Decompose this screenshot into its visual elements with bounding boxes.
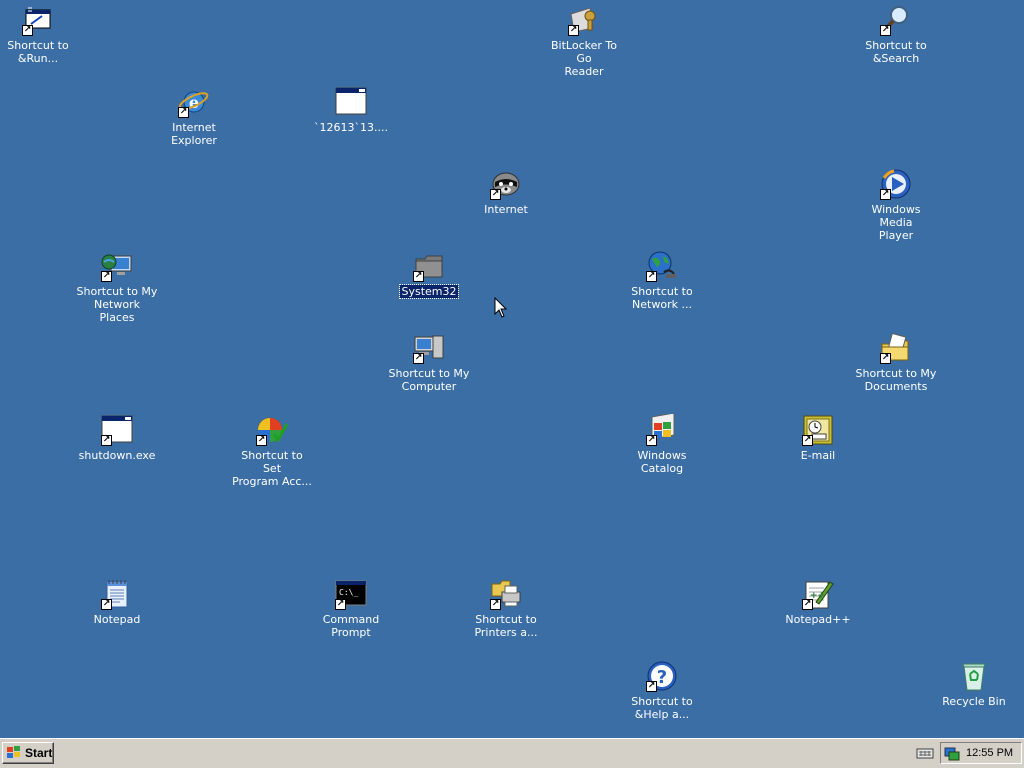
network-shortcut[interactable]: ↗ Shortcut to Network ... bbox=[620, 250, 704, 311]
program-12613-shortcut[interactable]: `12613`13.... bbox=[309, 86, 393, 134]
command-prompt-label: Command Prompt bbox=[322, 613, 380, 639]
desktop: ↗ Shortcut to &Run... ↗ BitLocker To Go … bbox=[0, 0, 1024, 738]
bitlocker-shortcut[interactable]: ↗ BitLocker To Go Reader bbox=[542, 4, 626, 78]
help-icon: ? ↗ bbox=[646, 660, 678, 692]
printers-label: Shortcut to Printers a... bbox=[474, 613, 538, 639]
recycle-bin[interactable]: Recycle Bin bbox=[932, 660, 1016, 708]
shutdown-label: shutdown.exe bbox=[78, 449, 156, 462]
network-places-icon: ↗ bbox=[101, 250, 133, 282]
search-label: Shortcut to &Search bbox=[865, 39, 927, 65]
keyboard-icon[interactable] bbox=[916, 746, 934, 760]
email-label: E-mail bbox=[800, 449, 836, 462]
start-button[interactable]: Start bbox=[2, 742, 54, 764]
network-label: Shortcut to Network ... bbox=[631, 285, 693, 311]
run-icon: ↗ bbox=[22, 4, 54, 36]
start-label: Start bbox=[25, 746, 53, 760]
notepad-shortcut[interactable]: ↗ Notepad bbox=[75, 578, 159, 626]
printers-shortcut[interactable]: ↗ Shortcut to Printers a... bbox=[464, 578, 548, 639]
my-computer-icon: ↗ bbox=[413, 332, 445, 364]
my-network-places-label: Shortcut to My Network Places bbox=[76, 285, 158, 324]
program-12613-label: `12613`13.... bbox=[314, 121, 388, 134]
system32-folder[interactable]: ↗ System32 bbox=[387, 250, 471, 299]
command-prompt-icon: C:\_ ↗ bbox=[335, 578, 367, 610]
internet-label: Internet bbox=[484, 203, 528, 216]
network-globe-icon: ↗ bbox=[646, 250, 678, 282]
my-computer-shortcut[interactable]: ↗ Shortcut to My Computer bbox=[387, 332, 471, 393]
shutdown-exe[interactable]: ↗ shutdown.exe bbox=[75, 414, 159, 462]
raccoon-icon: ↗ bbox=[490, 168, 522, 200]
email-icon: ↗ bbox=[802, 414, 834, 446]
windows-logo-icon bbox=[7, 746, 20, 758]
run-label: Shortcut to &Run... bbox=[7, 39, 69, 65]
clock[interactable]: 12:55 PM bbox=[966, 747, 1013, 759]
system32-label: System32 bbox=[399, 284, 459, 299]
windows-catalog-shortcut[interactable]: ↗ Windows Catalog bbox=[620, 414, 704, 475]
program-access-icon: ↗ bbox=[256, 414, 288, 446]
internet-explorer-shortcut[interactable]: e ↗ Internet Explorer bbox=[152, 86, 236, 147]
folder-icon: ↗ bbox=[413, 250, 445, 282]
window-icon bbox=[335, 86, 367, 118]
system-tray: 12:55 PM bbox=[940, 742, 1022, 764]
network-tray-icon[interactable] bbox=[944, 745, 960, 761]
command-prompt-shortcut[interactable]: C:\_ ↗ Command Prompt bbox=[309, 578, 393, 639]
my-documents-icon: ↗ bbox=[880, 332, 912, 364]
notepadpp-shortcut[interactable]: ++ ↗ Notepad++ bbox=[776, 578, 860, 626]
internet-shortcut[interactable]: ↗ Internet bbox=[464, 168, 548, 216]
windows-media-player-label: Windows Media Player bbox=[871, 203, 921, 242]
svg-text:?: ? bbox=[657, 667, 667, 688]
windows-media-player-shortcut[interactable]: ↗ Windows Media Player bbox=[854, 168, 938, 242]
notepad-icon: ↗ bbox=[101, 578, 133, 610]
help-shortcut[interactable]: ? ↗ Shortcut to &Help a... bbox=[620, 660, 704, 721]
bitlocker-icon: ↗ bbox=[568, 4, 600, 36]
notepad-label: Notepad bbox=[93, 613, 141, 626]
svg-text:C:\_: C:\_ bbox=[339, 588, 358, 597]
recycle-bin-icon bbox=[958, 660, 990, 692]
my-network-places-shortcut[interactable]: ↗ Shortcut to My Network Places bbox=[75, 250, 159, 324]
my-documents-shortcut[interactable]: ↗ Shortcut to My Documents bbox=[854, 332, 938, 393]
bitlocker-label: BitLocker To Go Reader bbox=[551, 39, 617, 78]
internet-explorer-label: Internet Explorer bbox=[171, 121, 217, 147]
search-shortcut[interactable]: ↗ Shortcut to &Search bbox=[854, 4, 938, 65]
taskbar: Start 12:55 PM bbox=[0, 738, 1024, 768]
notepadpp-label: Notepad++ bbox=[785, 613, 851, 626]
help-label: Shortcut to &Help a... bbox=[631, 695, 693, 721]
email-shortcut[interactable]: ↗ E-mail bbox=[776, 414, 860, 462]
windows-catalog-label: Windows Catalog bbox=[637, 449, 687, 475]
search-icon: ↗ bbox=[880, 4, 912, 36]
internet-explorer-icon: e ↗ bbox=[178, 86, 210, 118]
set-program-access-shortcut[interactable]: ↗ Shortcut to Set Program Acc... bbox=[230, 414, 314, 488]
windows-catalog-icon: ↗ bbox=[646, 414, 678, 446]
printer-icon: ↗ bbox=[490, 578, 522, 610]
recycle-bin-label: Recycle Bin bbox=[942, 695, 1006, 708]
window-icon: ↗ bbox=[101, 414, 133, 446]
notepadpp-icon: ++ ↗ bbox=[802, 578, 834, 610]
my-computer-label: Shortcut to My Computer bbox=[388, 367, 470, 393]
media-player-icon: ↗ bbox=[880, 168, 912, 200]
mouse-cursor-icon bbox=[494, 297, 508, 318]
run-shortcut[interactable]: ↗ Shortcut to &Run... bbox=[0, 4, 80, 65]
set-program-access-label: Shortcut to Set Program Acc... bbox=[232, 449, 312, 488]
my-documents-label: Shortcut to My Documents bbox=[855, 367, 937, 393]
